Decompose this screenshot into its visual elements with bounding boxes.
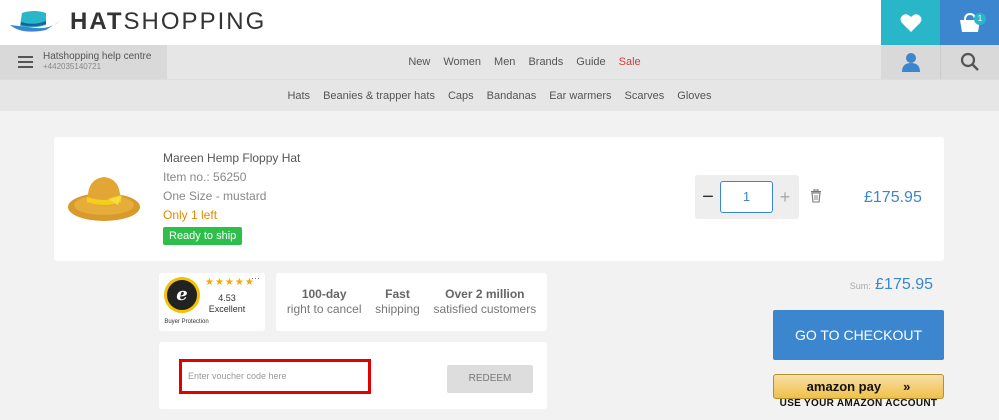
amazon-pay-button[interactable]: amazon pay » <box>773 374 944 399</box>
help-centre-text: Hatshopping help centre +442035140721 <box>43 52 151 72</box>
hat-logo-icon <box>10 11 60 32</box>
chevron-right-icon: » <box>903 379 911 394</box>
buyer-protection: Buyer Protection <box>164 319 209 325</box>
nav-guide[interactable]: Guide <box>576 56 605 68</box>
product-image[interactable] <box>64 165 144 225</box>
nav-new[interactable]: New <box>408 56 430 68</box>
voucher-panel: Enter voucher code here REDEEM <box>159 342 547 409</box>
product-info: Mareen Hemp Floppy Hat Item no.: 56250 O… <box>163 149 300 245</box>
trash-icon[interactable] <box>810 189 822 203</box>
quantity-decrease-button[interactable]: − <box>700 186 716 208</box>
category-nav: Hats Beanies & trapper hats Caps Bandana… <box>0 79 999 111</box>
help-phone: +442035140721 <box>43 62 102 71</box>
item-price: £175.95 <box>864 189 922 206</box>
category-bandanas[interactable]: Bandanas <box>487 90 537 102</box>
checkout-button[interactable]: GO TO CHECKOUT <box>773 310 944 360</box>
amazon-pay-caption: USE YOUR AMAZON ACCOUNT <box>779 398 938 409</box>
category-beanies[interactable]: Beanies & trapper hats <box>323 90 435 102</box>
usp-item: Over 2 million satisfied customers <box>433 287 537 316</box>
nav-women[interactable]: Women <box>443 56 481 68</box>
redeem-button[interactable]: REDEEM <box>447 365 533 393</box>
voucher-code-input[interactable]: Enter voucher code here <box>179 359 371 394</box>
sum-value: £175.95 <box>875 276 933 293</box>
nav-men[interactable]: Men <box>494 56 515 68</box>
sum-label: Sum: <box>849 281 871 291</box>
nav-sale[interactable]: Sale <box>619 56 641 68</box>
search-icon <box>960 52 979 71</box>
wishlist-button[interactable] <box>881 0 940 45</box>
usp-item: 100-day right to cancel <box>286 287 362 316</box>
order-sum: Sum: £175.95 <box>790 276 933 294</box>
usp-item: Fast shipping <box>375 287 420 316</box>
nav-brands[interactable]: Brands <box>528 56 563 68</box>
heart-icon <box>900 13 921 32</box>
cart-count-badge: 1 <box>974 13 986 25</box>
trusted-seal-icon: e <box>164 277 200 313</box>
cart-button[interactable]: 1 <box>940 0 999 45</box>
rating-grade: Excellent <box>208 304 246 314</box>
help-title: Hatshopping help centre <box>43 51 152 62</box>
stock-status: Only 1 left <box>163 208 218 222</box>
header: HATSHOPPING 1 <box>0 0 999 45</box>
quantity-increase-button[interactable]: + <box>777 186 793 208</box>
rating-text: 4.53 Excellent <box>202 293 252 315</box>
rating-stars: ★★★★★ <box>205 277 255 288</box>
category-caps[interactable]: Caps <box>448 90 474 102</box>
main-navbar: New Women Men Brands Guide Sale Hatshopp… <box>0 45 999 79</box>
trusted-shops-badge[interactable]: e ★★★★★ ··· 4.53 Excellent Buyer Protect… <box>159 273 265 331</box>
help-centre-menu[interactable]: Hatshopping help centre +442035140721 <box>0 45 167 79</box>
user-icon <box>901 53 920 72</box>
amazon-pay-label: amazon pay <box>806 379 882 394</box>
rating-score: 4.53 <box>218 293 236 303</box>
more-icon[interactable]: ··· <box>251 273 260 283</box>
product-name[interactable]: Mareen Hemp Floppy Hat <box>163 149 300 168</box>
product-variant: One Size - mustard <box>163 189 267 203</box>
category-hats[interactable]: Hats <box>287 90 310 102</box>
search-button[interactable] <box>940 45 999 79</box>
product-item-number: Item no.: 56250 <box>163 170 247 184</box>
brand-name: HATSHOPPING <box>70 8 267 35</box>
cart-item: Mareen Hemp Floppy Hat Item no.: 56250 O… <box>54 137 944 261</box>
menu-icon <box>18 56 33 68</box>
category-gloves[interactable]: Gloves <box>677 90 711 102</box>
ready-to-ship-badge: Ready to ship <box>163 227 243 245</box>
brand-logo[interactable]: HATSHOPPING <box>8 6 266 38</box>
category-scarves[interactable]: Scarves <box>625 90 665 102</box>
category-ear-warmers[interactable]: Ear warmers <box>549 90 611 102</box>
account-button[interactable] <box>881 45 940 79</box>
quantity-input[interactable]: 1 <box>720 181 773 213</box>
quantity-stepper: − 1 + <box>695 175 799 219</box>
usp-panel: 100-day right to cancel Fast shipping Over… <box>276 273 547 331</box>
